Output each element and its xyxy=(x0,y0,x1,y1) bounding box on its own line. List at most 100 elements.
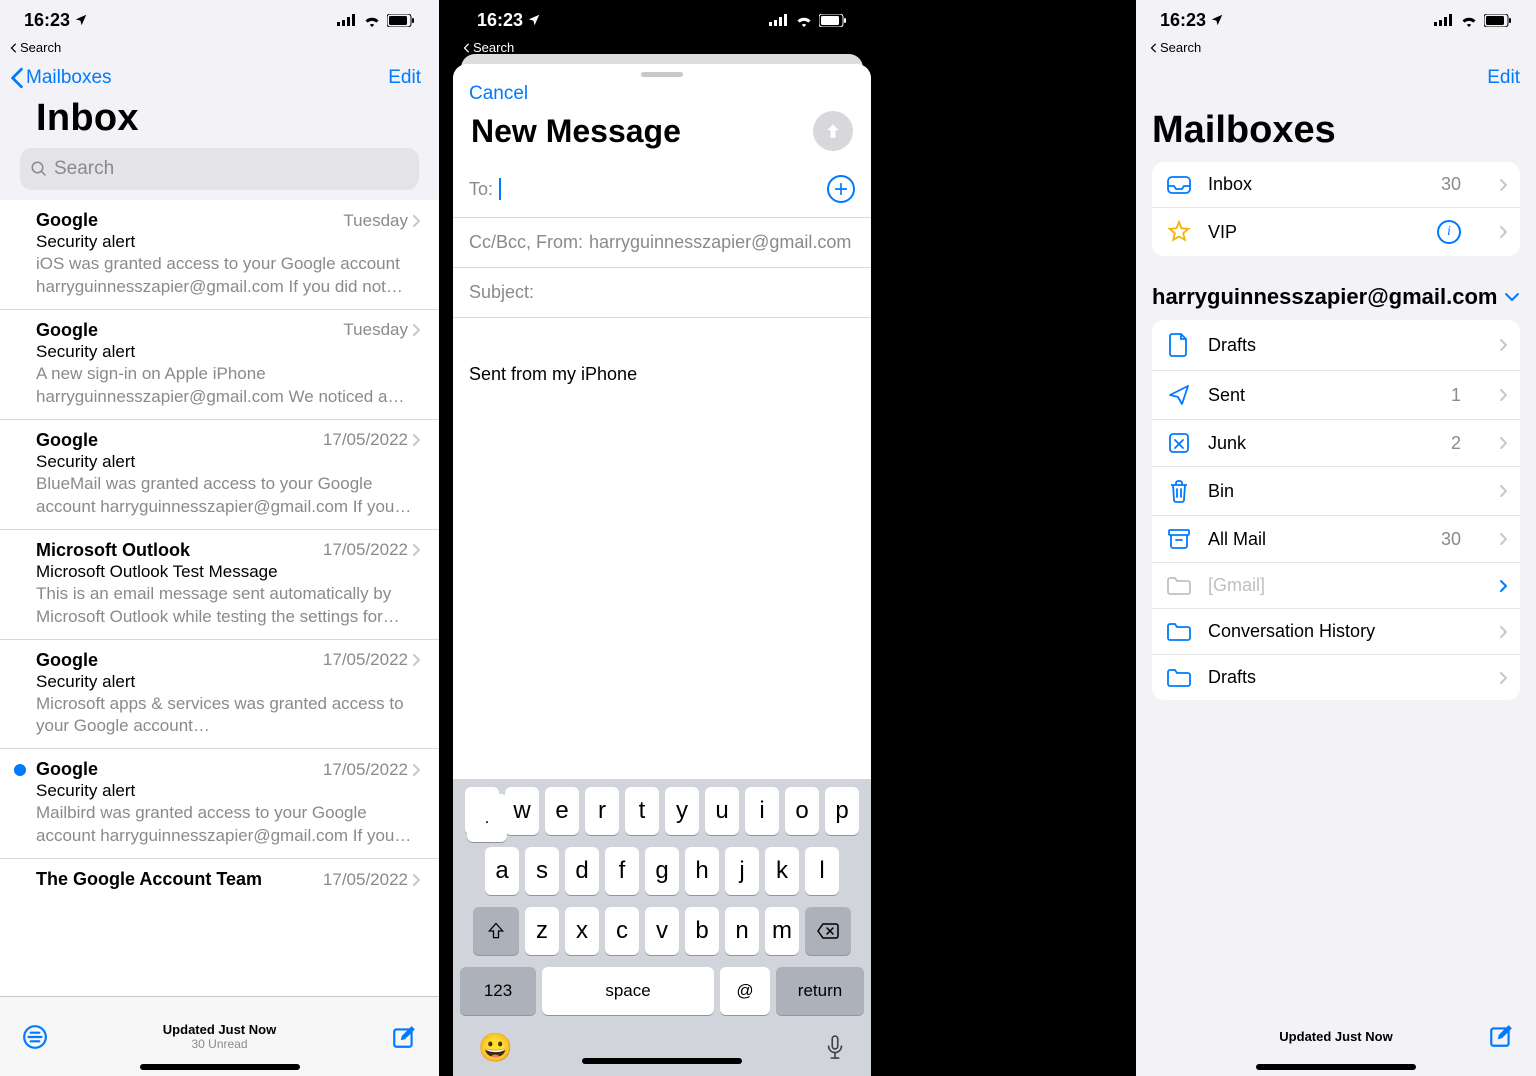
home-indicator[interactable] xyxy=(582,1058,742,1064)
chevron-left-icon xyxy=(10,67,24,89)
number-key[interactable]: 123 xyxy=(460,967,536,1015)
mailbox-row-vip[interactable]: VIPi xyxy=(1152,208,1520,256)
account-section-header[interactable]: harryguinnesszapier@gmail.com xyxy=(1136,256,1536,320)
key-z[interactable]: z xyxy=(525,907,559,955)
message-preview: A new sign-in on Apple iPhone harryguinn… xyxy=(36,363,421,409)
key-r[interactable]: r xyxy=(585,787,619,835)
mailbox-label: Inbox xyxy=(1208,174,1425,195)
key-o[interactable]: o xyxy=(785,787,819,835)
status-unread-count: 30 Unread xyxy=(163,1037,276,1051)
key-d[interactable]: d xyxy=(565,847,599,895)
status-updated: Updated Just Now xyxy=(1184,1029,1488,1044)
folder-row[interactable]: Conversation History xyxy=(1152,609,1520,655)
add-contact-icon[interactable] xyxy=(827,175,855,203)
message-row[interactable]: GoogleTuesday Security alertiOS was gran… xyxy=(0,200,439,310)
at-key[interactable]: @ xyxy=(720,967,770,1015)
message-row[interactable]: Google17/05/2022 Security alertBlueMail … xyxy=(0,420,439,530)
folder-row[interactable]: [Gmail] xyxy=(1152,563,1520,609)
compose-icon[interactable] xyxy=(1488,1023,1514,1049)
edit-button[interactable]: Edit xyxy=(1487,67,1520,89)
edit-button[interactable]: Edit xyxy=(388,67,421,89)
back-mailboxes[interactable]: Mailboxes xyxy=(10,67,112,89)
key-i[interactable]: i xyxy=(745,787,779,835)
inbox-icon xyxy=(1166,175,1192,195)
home-indicator[interactable] xyxy=(1256,1064,1416,1070)
mailbox-row-inbox[interactable]: Inbox 30 xyxy=(1152,162,1520,208)
dictation-icon[interactable] xyxy=(824,1034,846,1062)
key-l[interactable]: l xyxy=(805,847,839,895)
shift-key[interactable] xyxy=(473,907,519,955)
key-v[interactable]: v xyxy=(645,907,679,955)
ccbcc-field[interactable]: Cc/Bcc, From: harryguinnesszapier@gmail.… xyxy=(453,218,871,268)
space-key[interactable]: space xyxy=(542,967,714,1015)
folder-label: Drafts xyxy=(1208,335,1461,356)
message-date: 17/05/2022 xyxy=(323,650,421,670)
period-key[interactable]: . xyxy=(467,794,507,842)
folder-row[interactable]: Drafts xyxy=(1152,320,1520,371)
message-row[interactable]: The Google Account Team17/05/2022 xyxy=(0,859,439,890)
send-icon xyxy=(1166,383,1192,407)
search-input[interactable]: Search xyxy=(20,148,419,190)
subject-field[interactable]: Subject: xyxy=(453,268,871,318)
key-e[interactable]: e xyxy=(545,787,579,835)
message-date: Tuesday xyxy=(343,320,421,340)
key-g[interactable]: g xyxy=(645,847,679,895)
folder-icon xyxy=(1166,622,1192,642)
key-c[interactable]: c xyxy=(605,907,639,955)
message-sender: Google xyxy=(36,759,98,780)
message-subject: Microsoft Outlook Test Message xyxy=(36,562,421,582)
folder-row[interactable]: Sent1 xyxy=(1152,371,1520,420)
key-f[interactable]: f xyxy=(605,847,639,895)
folder-row[interactable]: Bin xyxy=(1152,467,1520,516)
message-sender: Google xyxy=(36,430,98,451)
emoji-key[interactable]: 😀 xyxy=(478,1031,513,1064)
message-row[interactable]: Google17/05/2022 Security alertMicrosoft… xyxy=(0,640,439,750)
battery-icon xyxy=(387,14,415,27)
back-to-app[interactable]: Search xyxy=(1136,40,1536,55)
location-icon xyxy=(1210,13,1224,27)
key-p[interactable]: p xyxy=(825,787,859,835)
key-j[interactable]: j xyxy=(725,847,759,895)
signal-icon xyxy=(769,14,789,26)
key-s[interactable]: s xyxy=(525,847,559,895)
key-u[interactable]: u xyxy=(705,787,739,835)
to-field[interactable]: To: xyxy=(453,161,871,218)
message-row[interactable]: Microsoft Outlook17/05/2022 Microsoft Ou… xyxy=(0,530,439,640)
key-w[interactable]: w xyxy=(505,787,539,835)
home-indicator[interactable] xyxy=(140,1064,300,1070)
folder-row[interactable]: Drafts xyxy=(1152,655,1520,700)
back-to-app[interactable]: Search xyxy=(0,40,439,55)
key-b[interactable]: b xyxy=(685,907,719,955)
key-n[interactable]: n xyxy=(725,907,759,955)
message-body[interactable]: Sent from my iPhone xyxy=(453,318,871,431)
location-icon xyxy=(527,13,541,27)
message-subject: Security alert xyxy=(36,672,421,692)
cancel-button[interactable]: Cancel xyxy=(453,77,871,105)
folder-label: [Gmail] xyxy=(1208,575,1461,596)
message-preview: BlueMail was granted access to your Goog… xyxy=(36,473,421,519)
message-sender: Google xyxy=(36,320,98,341)
compose-icon[interactable] xyxy=(391,1024,417,1050)
key-m[interactable]: m xyxy=(765,907,799,955)
filter-icon[interactable] xyxy=(22,1024,48,1050)
status-updated: Updated Just Now xyxy=(163,1022,276,1037)
message-row[interactable]: Google17/05/2022 Security alertMailbird … xyxy=(0,749,439,859)
key-a[interactable]: a xyxy=(485,847,519,895)
count-badge: 30 xyxy=(1441,174,1461,195)
folder-row[interactable]: All Mail30 xyxy=(1152,516,1520,563)
key-y[interactable]: y xyxy=(665,787,699,835)
message-preview: This is an email message sent automatica… xyxy=(36,583,421,629)
key-x[interactable]: x xyxy=(565,907,599,955)
message-sender: Google xyxy=(36,650,98,671)
return-key[interactable]: return xyxy=(776,967,864,1015)
key-k[interactable]: k xyxy=(765,847,799,895)
folder-row[interactable]: Junk2 xyxy=(1152,420,1520,467)
backspace-key[interactable] xyxy=(805,907,851,955)
arrow-up-icon xyxy=(823,121,843,141)
key-t[interactable]: t xyxy=(625,787,659,835)
back-to-app[interactable]: Search xyxy=(453,40,871,55)
message-row[interactable]: GoogleTuesday Security alertA new sign-i… xyxy=(0,310,439,420)
info-icon[interactable]: i xyxy=(1437,220,1461,244)
key-h[interactable]: h xyxy=(685,847,719,895)
send-button[interactable] xyxy=(813,111,853,151)
